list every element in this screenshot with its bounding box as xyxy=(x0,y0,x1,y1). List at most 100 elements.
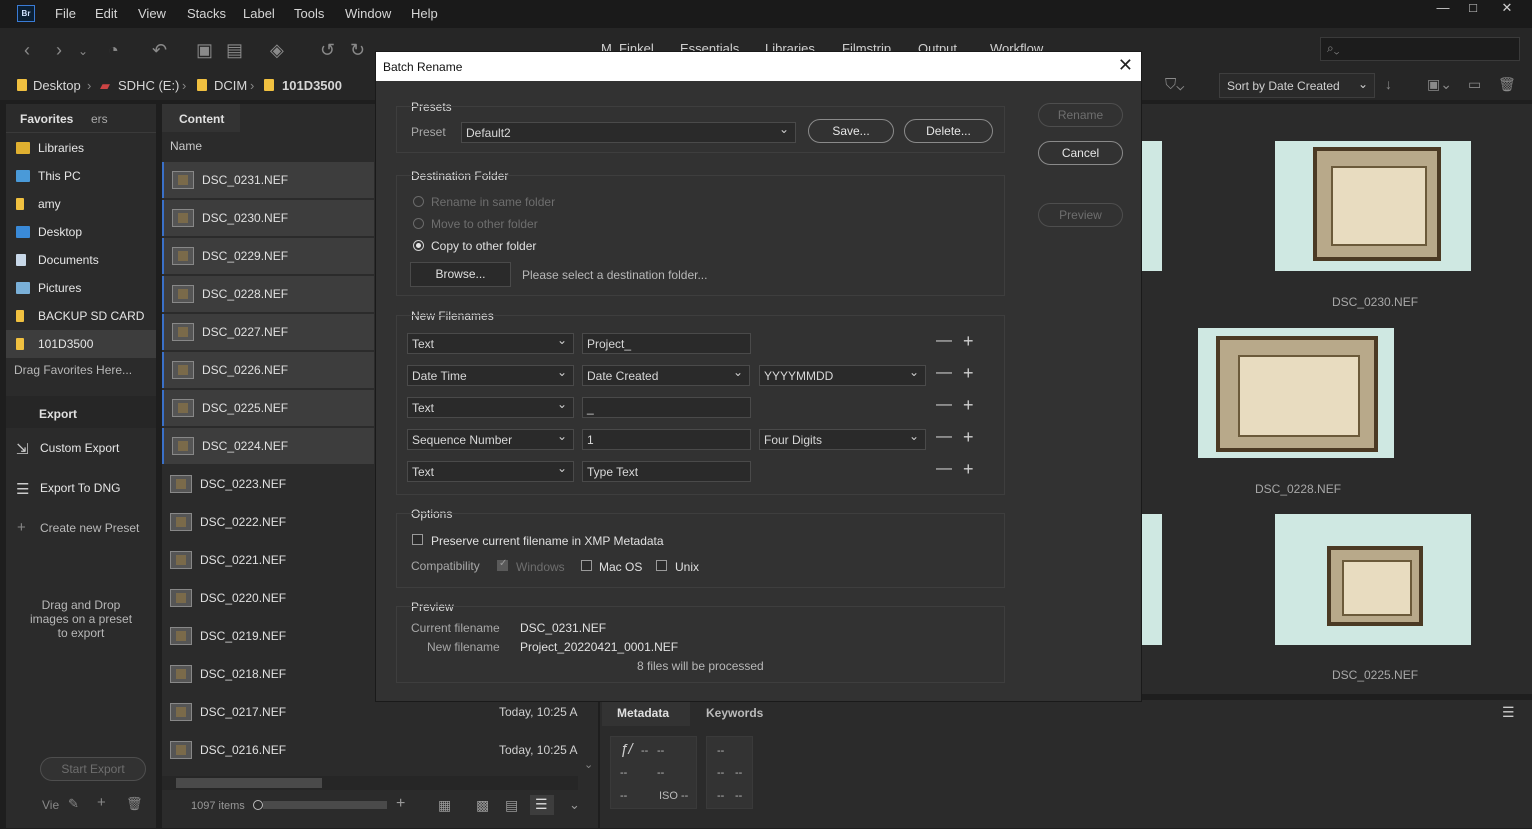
token-value-input[interactable]: 1 xyxy=(582,429,751,450)
save-preset-button[interactable]: Save... xyxy=(808,119,894,143)
delete-preset-button[interactable]: Delete... xyxy=(904,119,993,143)
table-row[interactable]: DSC_0228.NEF xyxy=(162,276,374,312)
rename-button[interactable]: Rename xyxy=(1038,103,1123,127)
thumbnail-partial[interactable] xyxy=(1142,514,1162,645)
details-view-icon[interactable]: ▤ xyxy=(505,797,518,814)
table-row[interactable]: DSC_0231.NEF xyxy=(162,162,374,198)
tab-folders[interactable]: ers xyxy=(91,112,108,126)
preserve-checkbox[interactable] xyxy=(412,534,423,545)
scrollbar-thumb[interactable] xyxy=(176,778,322,788)
table-row[interactable]: DSC_0219.NEF xyxy=(162,618,374,654)
scroll-down-icon[interactable]: ⌄ xyxy=(584,758,593,771)
add-row-icon[interactable]: + xyxy=(963,427,974,448)
favorite-amy[interactable]: amy xyxy=(38,197,61,211)
export-dng[interactable]: Export To DNG xyxy=(40,481,120,495)
rotate-right-icon[interactable]: ↻ xyxy=(350,40,365,61)
browse-button[interactable]: Browse... xyxy=(410,262,511,287)
thumbnail-size-slider[interactable] xyxy=(263,801,387,809)
remove-row-icon[interactable]: — xyxy=(936,364,952,382)
table-row[interactable]: DSC_0223.NEF xyxy=(162,466,374,502)
open-camera-raw-icon[interactable]: ◈ xyxy=(270,40,284,61)
breadcrumb-drive[interactable]: SDHC (E:) xyxy=(118,78,179,93)
window-close-icon[interactable]: ✕ xyxy=(1491,0,1523,16)
token-type-select[interactable]: Text xyxy=(407,397,574,418)
favorite-backup-sd-card[interactable]: BACKUP SD CARD xyxy=(38,309,144,323)
breadcrumb-dcim[interactable]: DCIM xyxy=(214,78,247,93)
menu-edit[interactable]: Edit xyxy=(95,6,117,21)
close-icon[interactable]: ✕ xyxy=(1118,55,1133,76)
favorite-101d3500[interactable]: 101D3500 xyxy=(38,337,93,351)
column-header-name[interactable]: Name xyxy=(170,139,202,153)
token-type-select[interactable]: Date Time xyxy=(407,365,574,386)
preserve-label[interactable]: Preserve current filename in XMP Metadat… xyxy=(431,534,664,548)
favorite-pictures[interactable]: Pictures xyxy=(38,281,81,295)
table-row[interactable]: DSC_0226.NEF xyxy=(162,352,374,388)
sort-direction-icon[interactable]: ↓ xyxy=(1385,76,1392,92)
maximize-icon[interactable]: □ xyxy=(1457,0,1489,16)
table-row[interactable]: DSC_0224.NEF xyxy=(162,428,374,464)
menu-file[interactable]: File xyxy=(55,6,76,21)
tab-metadata[interactable]: Metadata xyxy=(617,706,669,720)
unix-label[interactable]: Unix xyxy=(675,560,699,574)
breadcrumb-desktop[interactable]: Desktop xyxy=(33,78,81,93)
refine-icon[interactable]: ▤ xyxy=(226,40,243,61)
boomerang-icon[interactable]: ↶ xyxy=(152,40,167,61)
remove-row-icon[interactable]: — xyxy=(936,428,952,446)
export-create-preset[interactable]: Create new Preset xyxy=(40,521,139,535)
thumbnail-partial[interactable] xyxy=(1142,141,1162,271)
tab-keywords[interactable]: Keywords xyxy=(706,706,763,720)
back-icon[interactable]: ‹ xyxy=(24,40,30,61)
menu-label[interactable]: Label xyxy=(243,6,275,21)
token-value-input[interactable]: Project_ xyxy=(582,333,751,354)
pencil-icon[interactable]: ✎ xyxy=(68,796,79,812)
table-row[interactable]: DSC_0216.NEF xyxy=(162,732,374,768)
thumbnail-image[interactable] xyxy=(1198,328,1394,458)
remove-row-icon[interactable]: — xyxy=(936,332,952,350)
mac-checkbox[interactable] xyxy=(581,560,592,571)
export-custom[interactable]: Custom Export xyxy=(40,441,119,455)
table-row[interactable]: DSC_0218.NEF xyxy=(162,656,374,692)
menu-help[interactable]: Help xyxy=(411,6,438,21)
horizontal-scrollbar[interactable] xyxy=(162,776,578,790)
favorite-documents[interactable]: Documents xyxy=(38,253,99,267)
list-view-button[interactable]: ☰ xyxy=(530,795,554,815)
menu-window[interactable]: Window xyxy=(345,6,391,21)
chevron-down-icon[interactable]: ⌄ xyxy=(78,44,88,58)
start-export-button[interactable]: Start Export xyxy=(40,757,146,781)
forward-icon[interactable]: › xyxy=(56,40,62,61)
trash-icon[interactable]: 🗑 xyxy=(1498,76,1516,93)
favorite-this-pc[interactable]: This PC xyxy=(38,169,81,183)
tab-export[interactable]: Export xyxy=(39,407,77,421)
table-row[interactable]: DSC_0222.NEF xyxy=(162,504,374,540)
token-value-select[interactable]: Date Created xyxy=(582,365,750,386)
sort-select[interactable]: Sort by Date Created ⌄ xyxy=(1219,73,1375,98)
table-row[interactable]: DSC_0220.NEF xyxy=(162,580,374,616)
breadcrumb-current[interactable]: 101D3500 xyxy=(282,78,342,93)
favorite-desktop[interactable]: Desktop xyxy=(38,225,82,239)
new-folder-menu-icon[interactable]: ▣⌄ xyxy=(1427,76,1452,93)
remove-row-icon[interactable]: — xyxy=(936,396,952,414)
table-row[interactable]: DSC_0230.NEF xyxy=(162,200,374,236)
camera-icon[interactable]: ▣ xyxy=(196,40,213,61)
minimize-icon[interactable]: — xyxy=(1427,0,1459,16)
token-format-select[interactable]: Four Digits xyxy=(759,429,926,450)
table-row[interactable]: DSC_0221.NEF xyxy=(162,542,374,578)
thumbnail-view-icon[interactable]: ▩ xyxy=(476,797,489,814)
preview-button[interactable]: Preview xyxy=(1038,203,1123,227)
token-value-input[interactable]: _ xyxy=(582,397,751,418)
filter-icon[interactable]: ⛉⌄ xyxy=(1165,76,1184,93)
token-type-select[interactable]: Text xyxy=(407,333,574,354)
token-type-select[interactable]: Text xyxy=(407,461,574,482)
mac-label[interactable]: Mac OS xyxy=(599,560,642,574)
thumbnail-image[interactable] xyxy=(1275,514,1471,645)
token-value-input[interactable]: Type Text xyxy=(582,461,751,482)
chevron-down-icon[interactable]: ⌄ xyxy=(569,797,580,813)
radio-same-folder[interactable] xyxy=(413,196,424,207)
token-format-select[interactable]: YYYYMMDD xyxy=(759,365,926,386)
option-copy-folder[interactable]: Copy to other folder xyxy=(431,239,536,253)
zoom-in-icon[interactable]: + xyxy=(396,795,405,813)
search-input[interactable]: ⌕⌄ xyxy=(1320,37,1520,61)
remove-row-icon[interactable]: — xyxy=(936,460,952,478)
tab-content[interactable]: Content xyxy=(179,112,224,126)
table-row[interactable]: DSC_0225.NEF xyxy=(162,390,374,426)
